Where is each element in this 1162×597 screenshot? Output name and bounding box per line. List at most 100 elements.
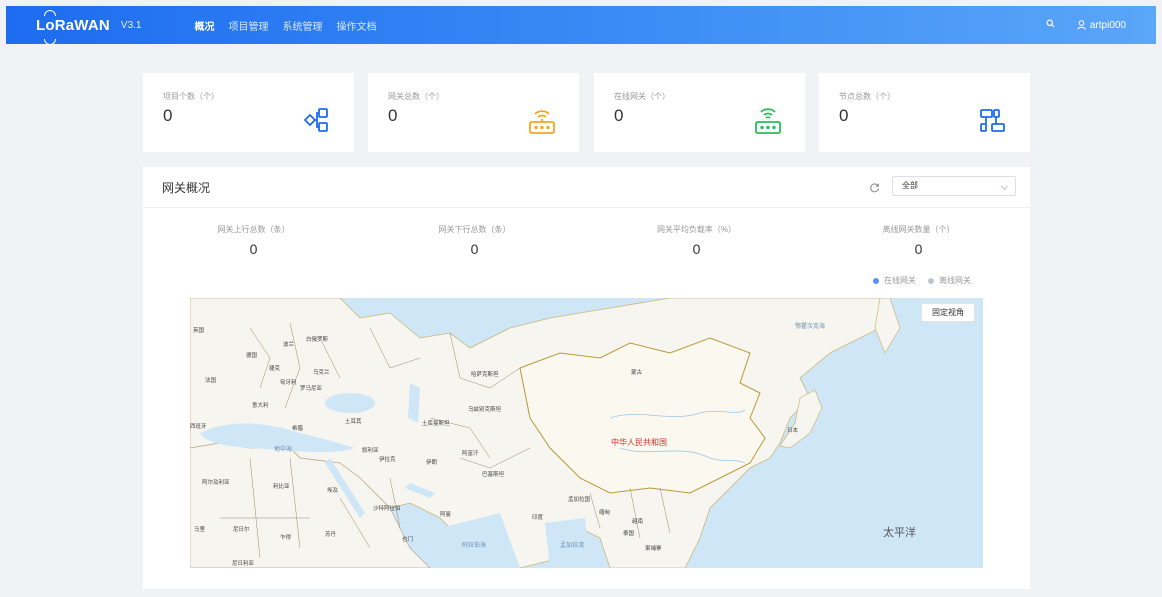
map-label-algeria: 阿尔及利亚 [202, 480, 230, 486]
metric-average-load: 网关平均负载率（%） 0 [586, 224, 807, 257]
map-label-kazakhstan: 哈萨克斯坦 [471, 372, 499, 378]
metric-label: 网关上行总数（条） [217, 225, 290, 234]
select-value: 全部 [902, 181, 918, 190]
map-label-turkey: 土耳其 [345, 419, 362, 425]
chevron-down-icon [1000, 182, 1009, 191]
map-label-mediterranean: 地中海 [274, 447, 293, 453]
map-label-egypt: 埃及 [327, 488, 339, 494]
divider [143, 207, 1030, 208]
map-label-mongolia: 蒙古 [631, 370, 643, 376]
map-label-arabian-sea: 阿拉伯海 [462, 543, 487, 549]
metric-uplink-total: 网关上行总数（条） 0 [143, 224, 364, 257]
stat-card-gateways: 网关总数（个） 0 [368, 73, 579, 152]
metric-label: 离线网关数量（个） [882, 225, 955, 234]
map-label-mali: 马里 [194, 527, 206, 533]
nav-system-management[interactable]: 系统管理 [282, 18, 322, 33]
map-label-england: 英国 [193, 328, 205, 334]
map-label-greece: 希腊 [292, 426, 304, 432]
map-label-japan: 日本 [787, 428, 799, 434]
metric-value: 0 [249, 241, 258, 257]
map-label-okhotsk: 鄂霍次克海 [795, 324, 826, 330]
map-label-france: 法国 [205, 378, 217, 384]
stat-card-online-gateways: 在线网关（个） 0 [594, 73, 805, 152]
version-label: V3.1 [120, 19, 142, 31]
kamchatka-landmass [874, 298, 901, 354]
online-gateway-icon [753, 105, 783, 140]
metric-value: 0 [692, 241, 701, 257]
legend-offline[interactable]: 离线网关 [928, 275, 971, 286]
map-label-nigeria: 尼日利亚 [232, 561, 255, 567]
map-label-czech: 捷克 [269, 366, 281, 372]
map-label-libya: 利比亚 [273, 484, 290, 490]
map-label-bangladesh: 孟加拉国 [568, 497, 591, 503]
map-label-uzbekistan: 乌兹别克斯坦 [468, 407, 502, 413]
black-sea-water [325, 393, 375, 413]
metric-value: 0 [914, 241, 923, 257]
stat-label: 项目个数（个） [163, 92, 219, 101]
gateway-filter-select[interactable]: 全部 [892, 176, 1016, 196]
map-label-thailand: 泰国 [623, 531, 635, 537]
map-label-iraq: 伊拉克 [379, 457, 396, 463]
map-label-poland: 波兰 [283, 342, 295, 348]
map-label-germany: 德国 [246, 353, 258, 359]
map-label-syria: 叙利亚 [362, 448, 379, 454]
stat-value: 0 [388, 106, 398, 125]
map-label-spain: 西班牙 [190, 424, 207, 430]
legend-online[interactable]: 在线网关 [873, 275, 916, 286]
gateway-overview-panel: 网关概况 全部 网关上行总数（条） 0 网关下行总数（条） 0 网关平均负载率（… [143, 167, 1030, 589]
nav-project-management[interactable]: 项目管理 [228, 18, 268, 33]
user-menu[interactable]: artpi000 [1077, 20, 1126, 31]
map-label-pakistan: 巴基斯坦 [482, 472, 505, 478]
panel-title: 网关概况 [162, 181, 211, 195]
stat-value: 0 [614, 106, 624, 125]
map-label-china: 中华人民共和国 [611, 438, 667, 447]
caspian-water [408, 383, 420, 423]
map-label-myanmar: 缅甸 [599, 510, 611, 516]
stat-card-nodes: 节点总数（个） 0 [819, 73, 1030, 152]
search-icon[interactable] [1046, 19, 1055, 31]
lorawan-logo[interactable]: LoRaWAN [36, 9, 110, 45]
gateway-map[interactable]: 英国 德国 波兰 白俄罗斯 乌克兰 捷克 匈牙利 罗马尼亚 法国 意大利 西班牙… [190, 298, 983, 568]
map-label-hungary: 匈牙利 [280, 380, 297, 386]
map-label-afghanistan: 阿富汗 [462, 451, 479, 457]
refresh-icon[interactable] [869, 180, 880, 198]
stat-label: 节点总数（个） [839, 92, 895, 101]
project-nodes-icon [302, 105, 332, 140]
map-label-ukraine: 乌克兰 [313, 370, 330, 376]
logo-signal-arc-bottom [44, 38, 56, 45]
metric-downlink-total: 网关下行总数（条） 0 [364, 224, 585, 257]
nav-docs[interactable]: 操作文档 [336, 18, 376, 33]
map-label-romania: 罗马尼亚 [300, 386, 323, 392]
fixed-view-button[interactable]: 固定视角 [921, 303, 975, 322]
main-nav: 概况 项目管理 系统管理 操作文档 [194, 18, 390, 33]
user-icon [1077, 20, 1086, 30]
metric-label: 网关平均负载率（%） [656, 225, 737, 234]
legend-label: 在线网关 [884, 276, 916, 285]
node-network-icon [978, 105, 1008, 140]
gateway-router-icon [527, 105, 557, 140]
map-label-niger: 尼日尔 [233, 527, 250, 533]
top-navigation-bar: LoRaWAN V3.1 概况 项目管理 系统管理 操作文档 artpi000 [6, 6, 1156, 45]
map-label-pacific: 太平洋 [883, 527, 916, 539]
map-label-saudi: 沙特阿拉伯 [373, 506, 401, 512]
map-label-belarus: 白俄罗斯 [306, 337, 329, 343]
stat-label: 在线网关（个） [614, 92, 670, 101]
nav-overview[interactable]: 概况 [194, 18, 214, 33]
map-label-oman: 阿曼 [440, 512, 452, 518]
map-label-yemen: 也门 [402, 537, 414, 543]
logo-signal-arc-top [44, 9, 56, 16]
map-label-italy: 意大利 [252, 403, 269, 409]
username: artpi000 [1089, 19, 1126, 31]
map-label-iran: 伊朗 [426, 460, 438, 466]
metric-offline-gateways: 离线网关数量（个） 0 [808, 224, 1029, 257]
legend-label: 离线网关 [939, 276, 971, 285]
stat-label: 网关总数（个） [388, 92, 444, 101]
map-label-cambodia: 柬埔寨 [645, 546, 662, 552]
map-label-bay-of-bengal: 孟加拉湾 [560, 543, 585, 549]
map-label-sudan: 苏丹 [325, 532, 337, 538]
map-legend: 在线网关 离线网关 [873, 275, 983, 286]
stat-value: 0 [839, 106, 849, 125]
map-label-turkmenistan: 土库曼斯坦 [422, 421, 450, 427]
map-label-india: 印度 [532, 515, 544, 521]
metric-label: 网关下行总数（条） [438, 225, 511, 234]
